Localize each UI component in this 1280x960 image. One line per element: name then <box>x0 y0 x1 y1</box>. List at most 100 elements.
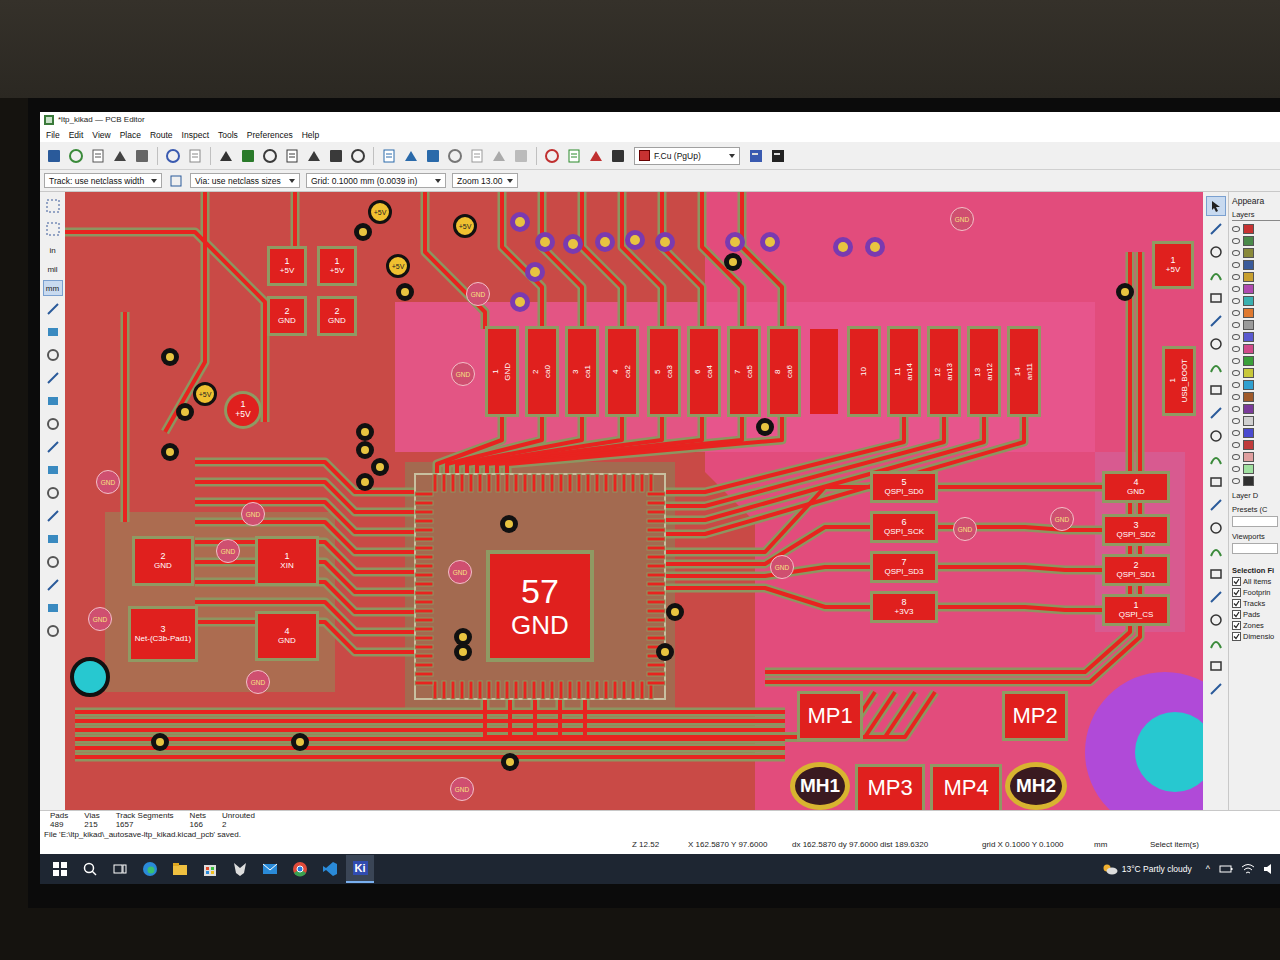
toolbar-button[interactable] <box>304 146 324 166</box>
toolbar-button[interactable] <box>66 146 86 166</box>
pad[interactable]: 1 GND <box>488 329 516 414</box>
via[interactable]: +5V <box>193 382 217 406</box>
layer-display-section[interactable]: Layer D <box>1232 491 1280 500</box>
pad[interactable]: MP1 <box>800 694 860 738</box>
zoom-select[interactable]: Zoom 13.00 <box>452 173 518 188</box>
toolbar-button[interactable] <box>467 146 487 166</box>
toolbar-button[interactable] <box>43 414 63 434</box>
toolbar-button[interactable] <box>1206 449 1226 469</box>
pad[interactable]: 4 ca2 <box>608 329 636 414</box>
toolbar-button[interactable] <box>1206 288 1226 308</box>
network-icon[interactable] <box>1241 863 1255 875</box>
weather-widget[interactable]: 13°C Partly cloudy <box>1094 863 1200 875</box>
pad[interactable]: MP2 <box>1005 694 1065 738</box>
unit-button[interactable]: mil <box>43 261 63 277</box>
layer-row[interactable] <box>1232 367 1280 378</box>
toolbar-button[interactable] <box>88 146 108 166</box>
via[interactable]: GND <box>1050 507 1074 531</box>
toolbar-button[interactable] <box>185 146 205 166</box>
pad[interactable]: 1 +5V <box>270 249 304 283</box>
viewports-select[interactable] <box>1232 543 1278 554</box>
menu-item[interactable]: Place <box>120 130 141 140</box>
layer-row[interactable] <box>1232 415 1280 426</box>
menu-item[interactable]: File <box>46 130 60 140</box>
unit-button[interactable]: mm <box>43 280 63 296</box>
taskbar-app[interactable] <box>256 855 284 883</box>
battery-icon[interactable] <box>1219 863 1233 875</box>
toolbar-button[interactable] <box>1206 472 1226 492</box>
layer-row[interactable] <box>1232 355 1280 366</box>
taskbar-app[interactable] <box>166 855 194 883</box>
taskbar-app[interactable]: Ki <box>346 855 374 883</box>
toolbar-button[interactable] <box>43 483 63 503</box>
menu-item[interactable]: Preferences <box>247 130 293 140</box>
checkbox[interactable] <box>1232 599 1241 608</box>
layers-tab[interactable]: Layers <box>1232 210 1280 221</box>
toolbar-button[interactable] <box>43 299 63 319</box>
toolbar-button[interactable] <box>43 598 63 618</box>
task-view-button[interactable] <box>106 855 134 883</box>
toolbar-button[interactable] <box>401 146 421 166</box>
pad[interactable]: 1 +5V <box>320 249 354 283</box>
toolbar-button[interactable] <box>238 146 258 166</box>
checkbox[interactable] <box>1232 621 1241 630</box>
pad[interactable]: 10 <box>850 329 878 414</box>
menu-item[interactable]: Inspect <box>182 130 209 140</box>
toolbar-button[interactable] <box>379 146 399 166</box>
pad[interactable]: 57 GND <box>490 554 590 658</box>
toolbar-button[interactable] <box>1206 610 1226 630</box>
toolbar-button[interactable] <box>43 322 63 342</box>
toolbar-button[interactable] <box>1206 311 1226 331</box>
pad[interactable]: 14 an11 <box>1010 329 1038 414</box>
toolbar-button[interactable] <box>43 437 63 457</box>
checkbox[interactable] <box>1232 632 1241 641</box>
toolbar-button[interactable] <box>1206 196 1226 216</box>
layer-row[interactable] <box>1232 463 1280 474</box>
menu-item[interactable]: Edit <box>69 130 84 140</box>
via-size-select[interactable]: Via: use netclass sizes <box>190 173 300 188</box>
layer-row[interactable] <box>1232 403 1280 414</box>
via[interactable]: GND <box>770 555 794 579</box>
presets-select[interactable] <box>1232 516 1278 527</box>
start-button[interactable] <box>46 855 74 883</box>
via[interactable]: GND <box>466 282 490 306</box>
toolbar-button[interactable] <box>586 146 606 166</box>
layer-select[interactable]: F.Cu (PgUp) <box>634 147 740 165</box>
selection-filter-item[interactable]: Footprin <box>1232 588 1280 597</box>
toolbar-button[interactable] <box>1206 679 1226 699</box>
layer-row[interactable] <box>1232 343 1280 354</box>
pad[interactable]: 3 Net-(C3b-Pad1) <box>131 609 195 659</box>
toolbar-button[interactable] <box>43 529 63 549</box>
toolbar-button[interactable] <box>1206 564 1226 584</box>
via[interactable]: GND <box>96 470 120 494</box>
pad[interactable]: 4 GND <box>258 614 316 658</box>
pad[interactable]: 6 ca4 <box>690 329 718 414</box>
pad[interactable]: 2 ca0 <box>528 329 556 414</box>
toolbar-button[interactable] <box>511 146 531 166</box>
track-width-select[interactable]: Track: use netclass width <box>44 173 162 188</box>
toolbar-button[interactable] <box>43 552 63 572</box>
toolbar-button[interactable] <box>1206 633 1226 653</box>
toolbar-button[interactable] <box>110 146 130 166</box>
unit-button[interactable]: in <box>43 242 63 258</box>
layer-row[interactable] <box>1232 319 1280 330</box>
toolbar-button[interactable] <box>564 146 584 166</box>
via[interactable]: +5V <box>386 254 410 278</box>
search-button[interactable] <box>76 855 104 883</box>
pad[interactable]: 7 ca5 <box>730 329 758 414</box>
via[interactable]: GND <box>448 560 472 584</box>
toolbar-button[interactable] <box>216 146 236 166</box>
via[interactable]: GND <box>450 777 474 801</box>
via[interactable]: GND <box>216 539 240 563</box>
toolbar-button[interactable] <box>1206 357 1226 377</box>
toolbar-button[interactable] <box>608 146 628 166</box>
layer-row[interactable] <box>1232 247 1280 258</box>
toolbar-button[interactable] <box>1206 656 1226 676</box>
layer-row[interactable] <box>1232 223 1280 234</box>
toolbar-button[interactable] <box>1206 518 1226 538</box>
pad[interactable]: MH2 <box>1005 762 1067 810</box>
layer-row[interactable] <box>1232 379 1280 390</box>
layer-row[interactable] <box>1232 427 1280 438</box>
pad[interactable]: 2 GND <box>320 299 354 333</box>
toolbar-button[interactable] <box>1206 587 1226 607</box>
